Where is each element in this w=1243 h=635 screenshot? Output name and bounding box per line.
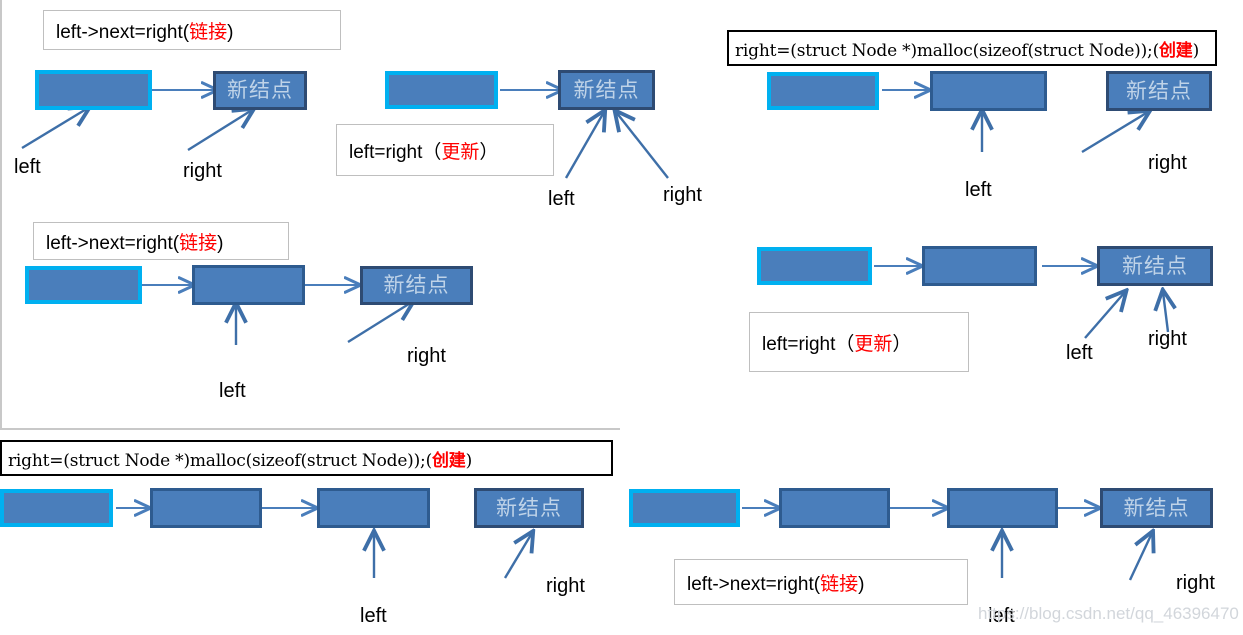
annotation-link-1: left->next=right(链接) <box>43 10 341 50</box>
divider-horizontal-top <box>0 428 620 430</box>
node-new-p2: 新结点 <box>558 70 655 110</box>
watermark-url: https://blog.csdn.net/qq_46396470 <box>978 604 1239 623</box>
pointer-left-p2: left <box>548 188 575 210</box>
node-head-p2 <box>385 71 498 109</box>
diagram-canvas: left->next=right(链接) 新结点 left right 新结点 … <box>0 0 1243 635</box>
node-2-p7 <box>779 488 890 528</box>
codebox-text: right=(struct Node *)malloc(sizeof(struc… <box>8 450 473 471</box>
pointer-right-p4: right <box>407 345 446 367</box>
node-new-p6: 新结点 <box>474 488 584 528</box>
node-label: 新结点 <box>383 273 450 297</box>
node-2-p5 <box>922 246 1037 286</box>
annotation-text: left=right（更新） <box>762 333 912 355</box>
node-3-p7 <box>947 488 1058 528</box>
node-2-p3 <box>930 71 1047 111</box>
annotation-text: left->next=right(链接) <box>687 573 865 595</box>
annotation-link-2: left->next=right(链接) <box>33 222 289 260</box>
node-head-p1 <box>35 70 152 110</box>
node-label: 新结点 <box>1123 495 1190 520</box>
node-head-p4 <box>25 266 142 304</box>
node-new-p4: 新结点 <box>360 266 473 305</box>
pointer-left-p1: left <box>14 156 41 178</box>
pointer-right-p3: right <box>1148 152 1187 174</box>
node-2-p6 <box>150 488 262 528</box>
node-label: 新结点 <box>496 495 562 520</box>
pointer-right-p5: right <box>1148 328 1187 350</box>
node-2-p4 <box>192 265 305 305</box>
node-head-p5 <box>757 247 872 285</box>
node-new-p5: 新结点 <box>1097 246 1213 286</box>
annotation-text: left=right（更新） <box>349 141 499 163</box>
node-head-p7 <box>629 489 740 527</box>
pointer-left-p5: left <box>1066 342 1093 364</box>
codebox-malloc-1: right=(struct Node *)malloc(sizeof(struc… <box>727 30 1217 66</box>
annotation-update-2: left=right（更新） <box>749 312 969 372</box>
node-head-p3 <box>767 72 879 110</box>
pointer-right-p7: right <box>1176 572 1215 594</box>
pointer-right-p6: right <box>546 575 585 597</box>
node-3-p6 <box>317 488 430 528</box>
node-new-p7: 新结点 <box>1100 488 1213 528</box>
node-label: 新结点 <box>1122 253 1188 278</box>
node-label: 新结点 <box>573 77 640 102</box>
annotation-text: left->next=right(链接) <box>56 21 234 43</box>
node-head-p6 <box>0 489 113 527</box>
divider-vertical-left <box>0 0 2 430</box>
node-new-p3: 新结点 <box>1106 71 1212 111</box>
pointer-right-p2: right <box>663 184 702 206</box>
pointer-left-p4: left <box>219 380 246 402</box>
pointer-right-p1: right <box>183 160 222 182</box>
annotation-link-3: left->next=right(链接) <box>674 559 968 605</box>
node-label: 新结点 <box>1126 78 1192 103</box>
pointer-left-p6: left <box>360 605 387 627</box>
annotation-text: left->next=right(链接) <box>46 232 224 254</box>
node-label: 新结点 <box>227 78 293 102</box>
pointer-left-p3: left <box>965 179 992 201</box>
codebox-text: right=(struct Node *)malloc(sizeof(struc… <box>735 40 1200 61</box>
codebox-malloc-2: right=(struct Node *)malloc(sizeof(struc… <box>0 440 613 476</box>
annotation-update-1: left=right（更新） <box>336 124 554 176</box>
node-new-p1: 新结点 <box>213 71 307 110</box>
